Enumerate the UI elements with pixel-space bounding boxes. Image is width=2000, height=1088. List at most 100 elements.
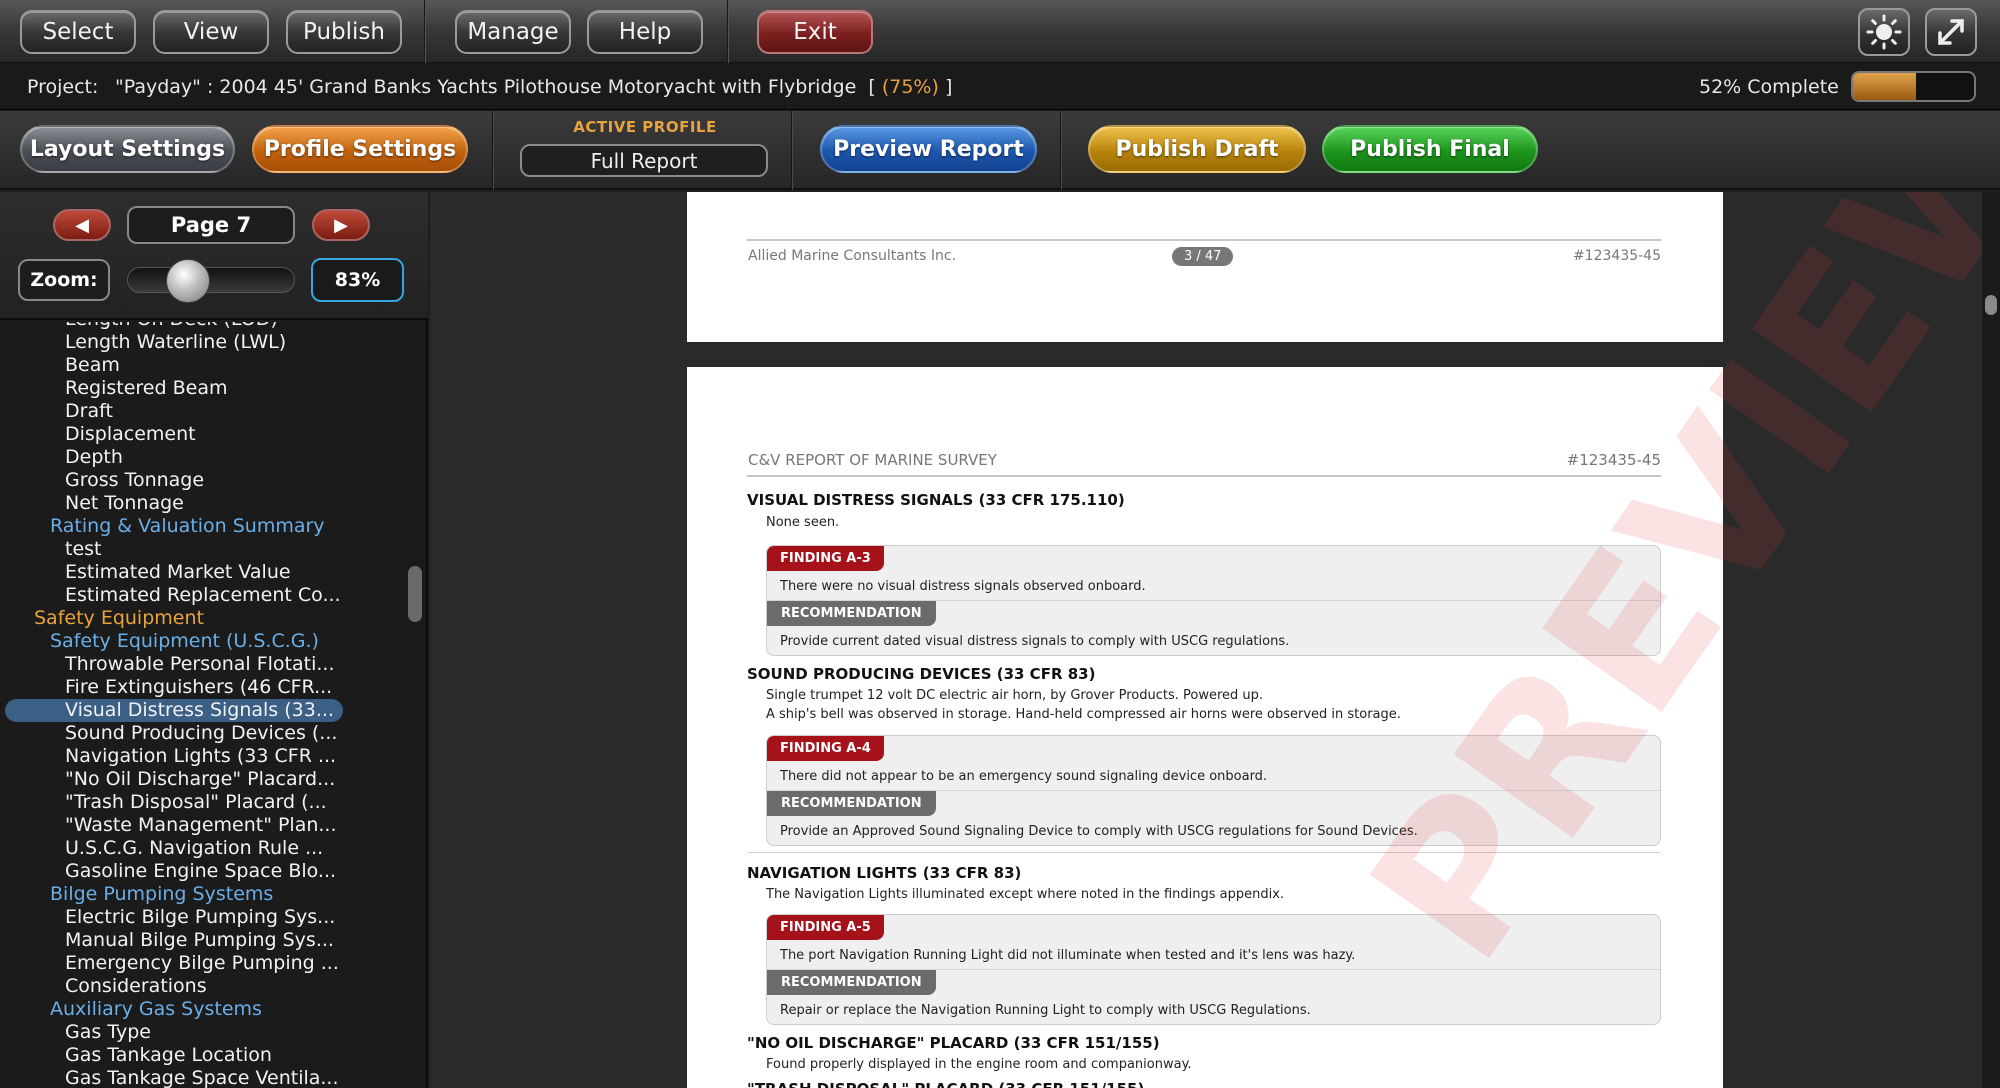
finding-tag: FINDING A-4	[767, 736, 884, 761]
recommendation-text: Repair or replace the Navigation Running…	[780, 1003, 1311, 1018]
progress-fill	[1853, 73, 1916, 100]
section-heading: VISUAL DISTRESS SIGNALS (33 CFR 175.110)	[747, 491, 1125, 509]
outline-item-selected[interactable]: Visual Distress Signals (33...	[5, 699, 343, 722]
recommendation-tag: RECOMMENDATION	[767, 601, 936, 626]
finding-text: There did not appear to be an emergency …	[780, 769, 1268, 784]
report-page: C&V REPORT OF MARINE SURVEY #123435-45 V…	[687, 192, 1982, 1088]
outline-item[interactable]: Gasoline Engine Space Blo...	[65, 860, 336, 883]
outline-subsection[interactable]: Bilge Pumping Systems	[50, 883, 273, 906]
outline-item[interactable]: Draft	[65, 400, 113, 423]
section-divider	[747, 852, 1661, 853]
sun-icon	[1866, 14, 1902, 50]
project-bracket-close: ]	[944, 76, 953, 98]
document-scrollbar[interactable]	[1982, 192, 2000, 1088]
section-body: A ship's bell was observed in storage. H…	[766, 707, 1401, 722]
profile-settings-button[interactable]: Profile Settings	[252, 125, 468, 173]
outline-scrollbar[interactable]	[405, 322, 425, 1088]
outline-item[interactable]: Estimated Market Value	[65, 561, 291, 584]
outline-item[interactable]: Registered Beam	[65, 377, 227, 400]
section-body: Single trumpet 12 volt DC electric air h…	[766, 688, 1264, 703]
outline-item[interactable]: Gross Tonnage	[65, 469, 204, 492]
document-scrollbar-thumb[interactable]	[1985, 295, 1997, 315]
outline-item[interactable]: Depth	[65, 446, 123, 469]
finding-row: FINDING A-3 There were no visual distress…	[767, 546, 1660, 601]
completion-progress-bar	[1851, 71, 1976, 102]
outline-item[interactable]: Gas Type	[65, 1021, 151, 1044]
app-window: Select View Publish Manage Help Exit Pro…	[0, 0, 2000, 1088]
outline-item[interactable]: Navigation Lights (33 CFR ...	[65, 745, 336, 768]
outline-item[interactable]: U.S.C.G. Navigation Rule ...	[65, 837, 323, 860]
footer-page-badge: 3 / 47	[1172, 247, 1234, 266]
next-page-button[interactable]: ▶	[312, 209, 370, 241]
outline-subsection[interactable]: Auxiliary Gas Systems	[50, 998, 262, 1021]
zoom-value[interactable]: 83%	[311, 258, 404, 302]
help-menu-button[interactable]: Help	[587, 10, 703, 54]
arrow-right-icon: ▶	[334, 214, 348, 236]
select-menu-button[interactable]: Select	[20, 10, 136, 54]
recommendation-row: RECOMMENDATION Provide current dated visu…	[767, 601, 1660, 655]
finding-row: FINDING A-5 The port Navigation Running L…	[767, 915, 1660, 970]
menu-bar: Select View Publish Manage Help Exit	[0, 0, 2000, 63]
zoom-slider-handle[interactable]	[166, 259, 210, 303]
outline-item[interactable]: "Waste Management" Plan...	[65, 814, 337, 837]
recommendation-text: Provide current dated visual distress si…	[780, 634, 1290, 649]
outline-subsection[interactable]: Safety Equipment (U.S.C.G.)	[50, 630, 319, 653]
section-heading: SOUND PRODUCING DEVICES (33 CFR 83)	[747, 665, 1096, 683]
outline-item[interactable]: Length On Deck (LOD)	[65, 322, 278, 331]
manage-menu-button[interactable]: Manage	[455, 10, 571, 54]
layout-settings-button[interactable]: Layout Settings	[20, 125, 235, 173]
outline-item[interactable]: Estimated Replacement Co...	[65, 584, 341, 607]
publish-draft-button[interactable]: Publish Draft	[1088, 125, 1306, 173]
outline-item[interactable]: Throwable Personal Flotati...	[65, 653, 335, 676]
finding-text: There were no visual distress signals ob…	[780, 579, 1146, 594]
publish-menu-button[interactable]: Publish	[286, 10, 402, 54]
fullscreen-button[interactable]	[1925, 8, 1977, 56]
outline-item[interactable]: Beam	[65, 354, 120, 377]
menu-divider	[424, 0, 426, 63]
outline-item[interactable]: Gas Tankage Space Ventila...	[65, 1067, 339, 1088]
outline-item[interactable]: test	[65, 538, 102, 561]
outline-item[interactable]: Considerations	[65, 975, 207, 998]
outline-item[interactable]: Manual Bilge Pumping Sys...	[65, 929, 334, 952]
outline-item[interactable]: Displacement	[65, 423, 196, 446]
view-menu-button[interactable]: View	[153, 10, 269, 54]
outline-item[interactable]: Length Waterline (LWL)	[65, 331, 286, 354]
recommendation-text: Provide an Approved Sound Signaling Devi…	[780, 824, 1418, 839]
outline-section[interactable]: Safety Equipment	[34, 607, 204, 630]
exit-button[interactable]: Exit	[757, 10, 873, 54]
page-header-title: C&V REPORT OF MARINE SURVEY	[748, 451, 997, 469]
active-profile-label: ACTIVE PROFILE	[573, 118, 717, 136]
page-indicator[interactable]: Page 7	[127, 206, 295, 244]
finding-row: FINDING A-4 There did not appear to be an…	[767, 736, 1660, 791]
recommendation-row: RECOMMENDATION Provide an Approved Sound …	[767, 791, 1660, 845]
footer-report-number: #123435-45	[1572, 248, 1661, 264]
outline-item[interactable]: Electric Bilge Pumping Sys...	[65, 906, 335, 929]
project-name: "Payday" : 2004 45' Grand Banks Yachts P…	[115, 76, 857, 98]
outline-item[interactable]: Sound Producing Devices (...	[65, 722, 337, 745]
outline-item[interactable]: Gas Tankage Location	[65, 1044, 272, 1067]
outline-subsection[interactable]: Rating & Valuation Summary	[50, 515, 325, 538]
brightness-button[interactable]	[1858, 8, 1910, 56]
page-header-number: #123435-45	[1566, 451, 1661, 469]
outline-item[interactable]: "No Oil Discharge" Placard...	[65, 768, 335, 791]
report-outline-tree: Length On Deck (LOD)Length Waterline (LW…	[0, 322, 405, 1088]
outline-item[interactable]: Net Tonnage	[65, 492, 184, 515]
expand-icon	[1938, 19, 1964, 45]
finding-tag: FINDING A-3	[767, 546, 884, 571]
finding-card: FINDING A-5 The port Navigation Running L…	[766, 914, 1661, 1025]
previous-page-button[interactable]: ◀	[53, 209, 111, 241]
recommendation-tag: RECOMMENDATION	[767, 791, 936, 816]
recommendation-row: RECOMMENDATION Repair or replace the Navi…	[767, 970, 1660, 1024]
project-percent: (75%)	[881, 76, 939, 98]
outline-item[interactable]: Fire Extinguishers (46 CFR...	[65, 676, 332, 699]
publish-final-button[interactable]: Publish Final	[1322, 125, 1538, 173]
outline-item[interactable]: Emergency Bilge Pumping ...	[65, 952, 339, 975]
outline-item[interactable]: "Trash Disposal" Placard (...	[65, 791, 327, 814]
outline-scrollbar-thumb[interactable]	[408, 566, 422, 622]
section-heading: NAVIGATION LIGHTS (33 CFR 83)	[747, 864, 1022, 882]
project-bracket-open: [	[868, 76, 876, 98]
zoom-slider-track[interactable]	[127, 267, 295, 293]
active-profile-select[interactable]: Full Report	[520, 144, 768, 177]
section-heading: "TRASH DISPOSAL" PLACARD (33 CFR 151/155…	[747, 1080, 1144, 1088]
preview-report-button[interactable]: Preview Report	[820, 125, 1037, 173]
